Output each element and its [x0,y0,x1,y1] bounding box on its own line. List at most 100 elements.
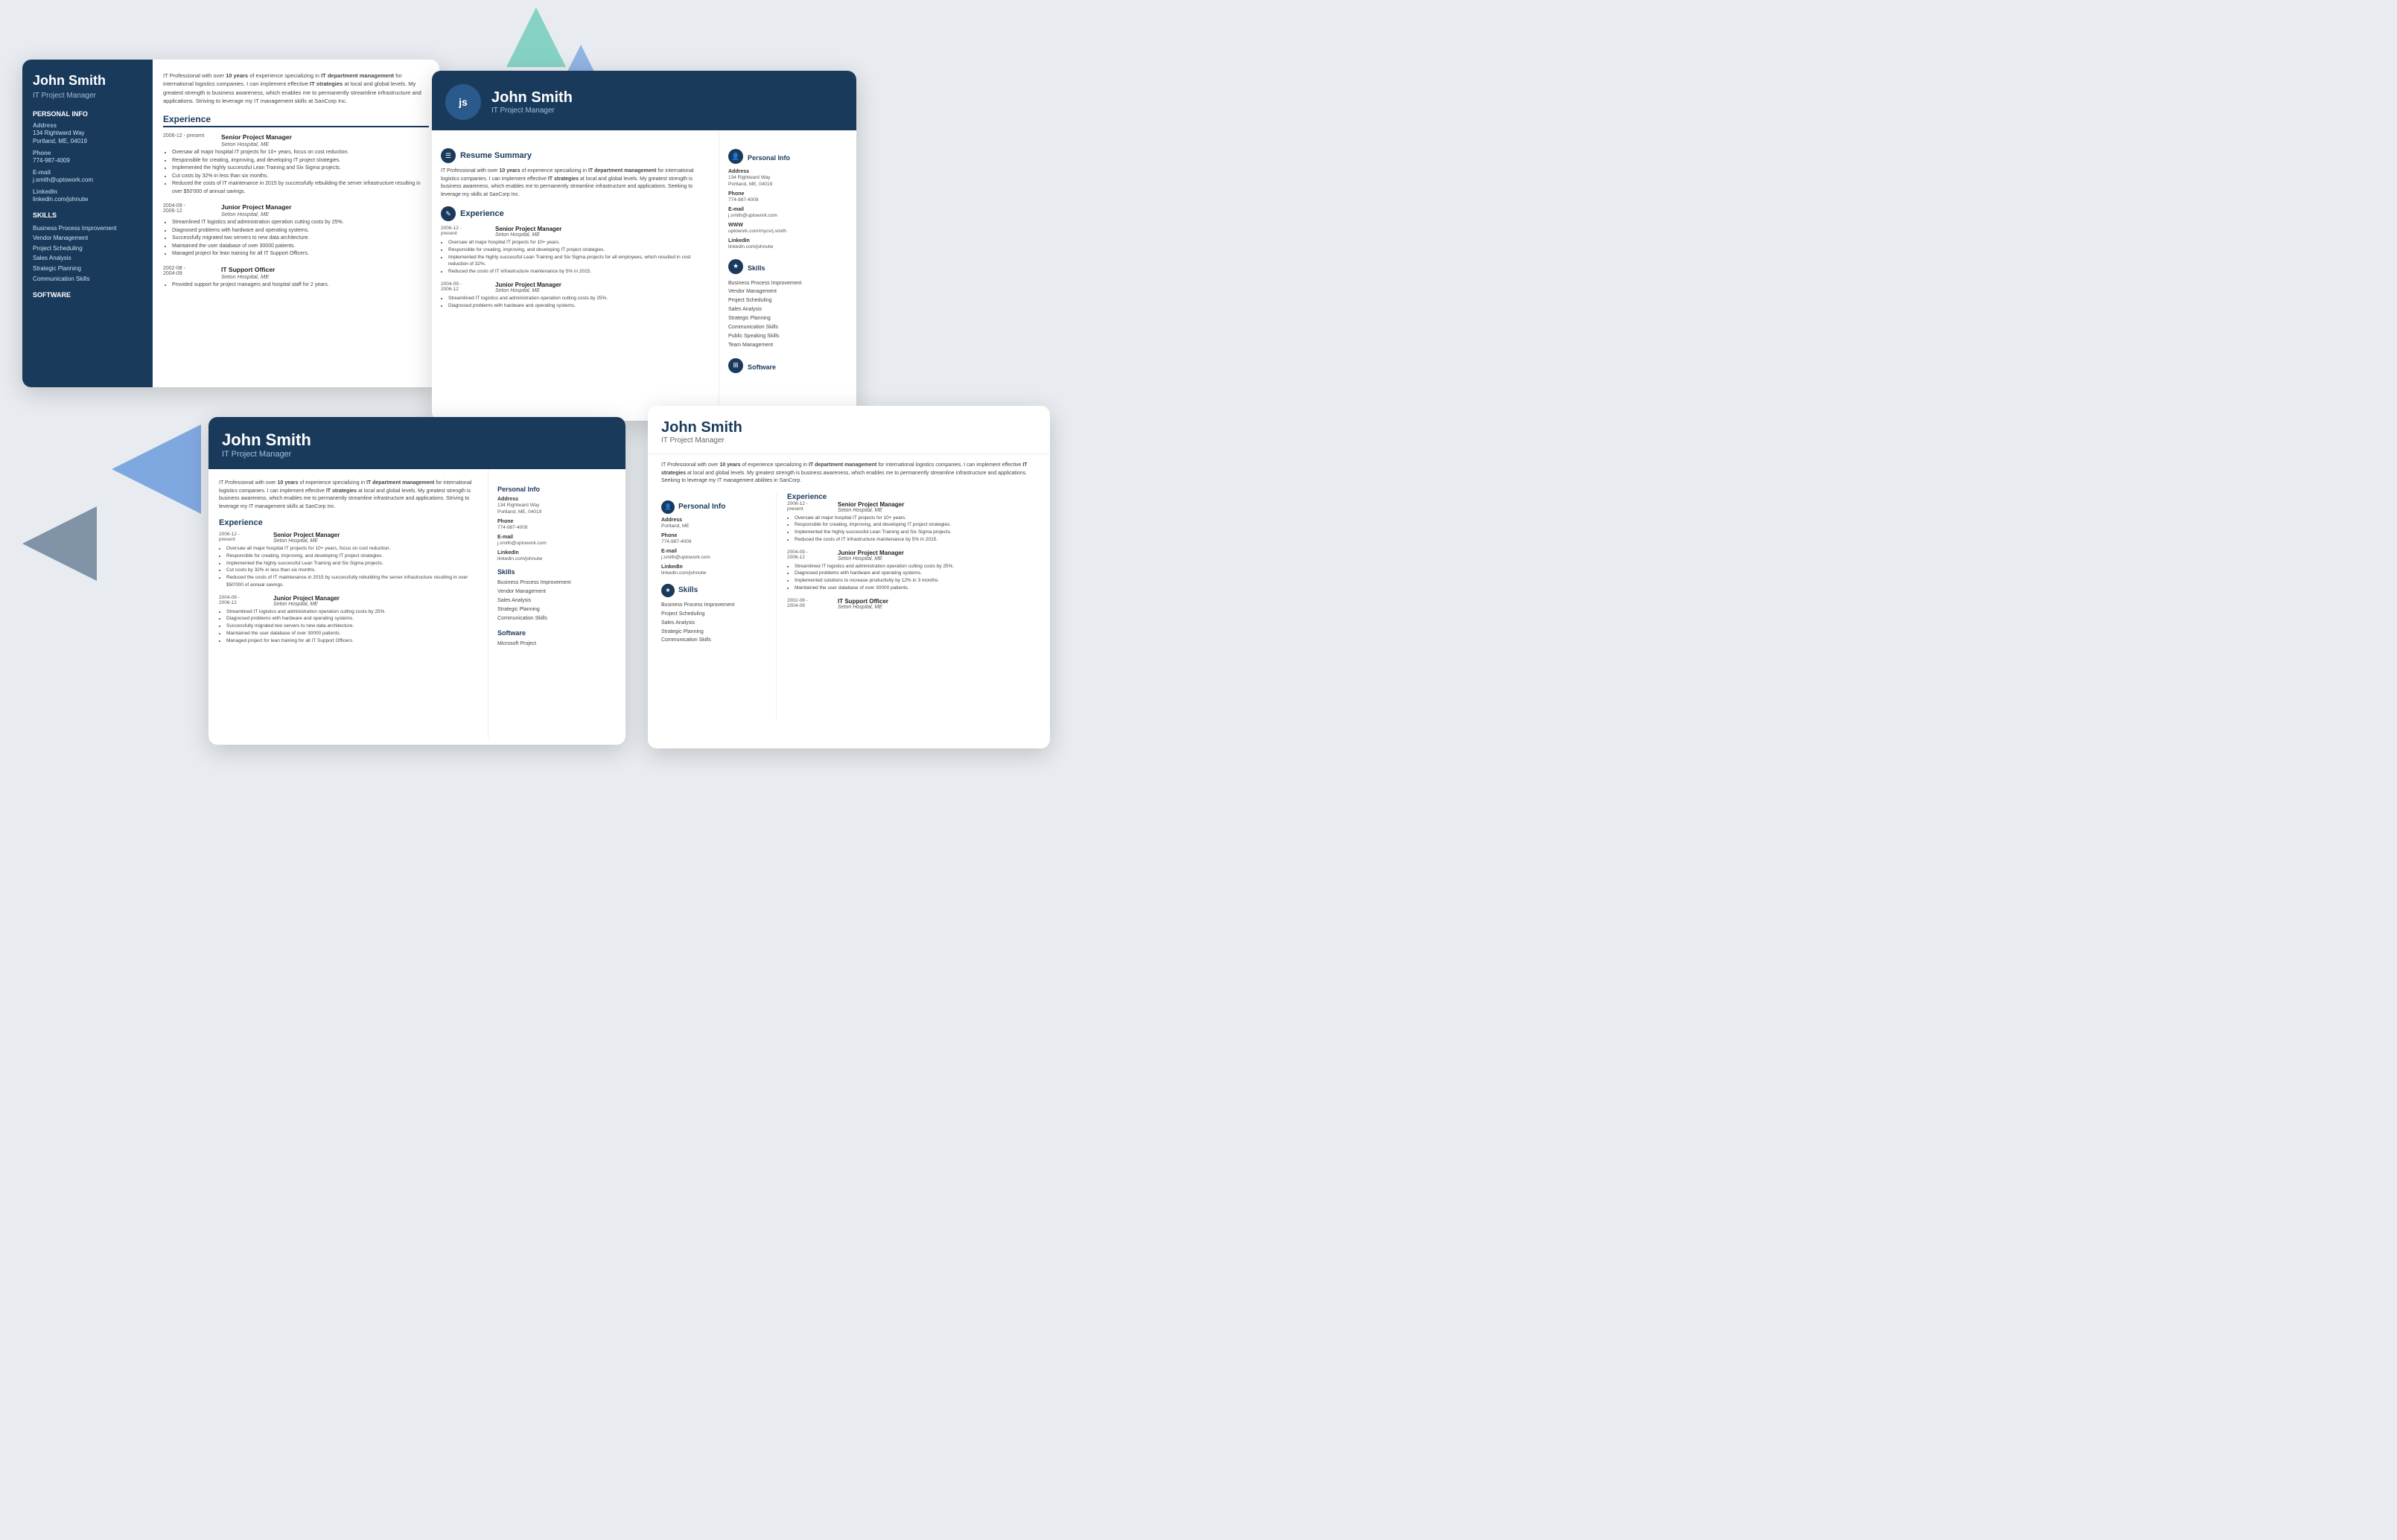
bullet: Provided support for project managers an… [172,281,429,290]
address-label: Address [661,518,765,523]
bullet: Diagnosed problems with hardware and ope… [226,615,477,623]
address-value: 134 Rightward WayPortland, ME, 04019 [33,129,142,145]
job-1-company: Seton Hospital, ME [221,141,292,147]
linkedin-value: linkedin.com/johnutw [497,556,617,562]
job-2-company: Seton Hospital, ME [838,556,904,561]
skill-3: Project Scheduling [661,610,765,619]
decoration-blue-arrow-left [112,424,201,514]
skill-4: Sales Analysis [661,619,765,628]
experience-heading: Experience [460,209,504,218]
software-heading: Software [497,629,617,637]
summary-text: IT Professional with over 10 years of ex… [219,480,477,511]
name: John Smith [491,89,573,106]
skill-3: Project Scheduling [728,296,847,305]
job-2: 2004-09 -2006-12 Junior Project Manager … [787,550,1037,592]
bullet: Maintained the user database of over 300… [172,243,429,251]
avatar: js [445,84,481,120]
job-2: 2004-09 -2006-12 Junior Project Manager … [219,595,477,645]
personal-info-section: 👤 Personal Info [661,500,765,514]
job-2: 2004-09 -2006-12 Junior Project Manager … [441,281,710,310]
skills-icon: ★ [728,259,743,274]
address-value: 134 Rightward WayPortland, ME, 04019 [728,174,847,188]
address-value: 134 Rightward WayPortland, ME, 04019 [497,502,617,515]
bullet: Responsible for creating, improving, and… [795,521,1037,529]
bullet: Streamlined IT logistics and administrat… [226,608,477,616]
phone-label: Phone [33,150,142,156]
summary: IT Professional with over 10 years of ex… [163,71,429,105]
job-2-company: Seton Hospital, ME [221,211,291,217]
linkedin-value: linkedin.com/johnutw [33,195,142,203]
skill-4: Sales Analysis [497,596,617,605]
software-icon: ⊞ [728,358,743,373]
job-title: IT Project Manager [33,92,142,100]
www-label: WWW [728,223,847,228]
right-col: 👤 Personal Info Address 134 Rightward Wa… [719,130,856,421]
job-3-dates: 2002-08 -2004-09 [787,598,832,610]
skill-1: Business Process Improvement [661,601,765,610]
linkedin-label: LinkedIn [661,564,765,570]
bullet: Diagnosed problems with hardware and ope… [172,227,429,235]
personal-info-heading: Personal Info [748,154,790,162]
sidebar: John Smith IT Project Manager Personal I… [22,60,153,387]
job-2-bullets: Streamlined IT logistics and administrat… [219,608,477,645]
job-2-company: Seton Hospital, ME [273,602,340,607]
skills-heading: Skills [748,264,765,272]
name: John Smith [661,419,1037,436]
job-1: 2006-12 -present Senior Project Manager … [441,226,710,276]
job-1-company: Seton Hospital, ME [273,538,340,544]
skill-6: Communication Skills [33,274,142,284]
skill-2: Vendor Management [497,588,617,596]
summary-text: IT Professional with over 10 years of ex… [648,454,1050,493]
personal-info-section: 👤 Personal Info [728,148,847,165]
job-2-title: Junior Project Manager [838,550,904,556]
personal-info-heading: Personal Info [678,503,725,511]
job-2-bullets: Streamlined IT logistics and administrat… [441,295,710,310]
bullet: Maintained the user database of over 300… [226,630,477,637]
name: John Smith [33,73,142,89]
bullet: Implemented solutions to increase produc… [795,577,1037,585]
job-title: IT Project Manager [491,106,573,115]
bullet: Responsible for creating, improving, and… [226,553,477,560]
right-col: Personal Info Address 134 Rightward WayP… [488,469,625,739]
experience-heading: Experience [787,493,1037,501]
linkedin-label: LinkedIn [728,238,847,244]
name: John Smith [222,430,612,450]
job-2-dates: 2004-09 -2006-12 [163,203,215,214]
skill-5: Strategic Planning [33,264,142,274]
skill-5: Strategic Planning [497,605,617,614]
resume-card-1: John Smith IT Project Manager Personal I… [22,60,439,387]
email-value: j.smith@uptowork.com [497,540,617,547]
skill-1: Business Process Improvement [728,279,847,288]
www-value: uptowork.com/mycv/j.smith [728,228,847,235]
bullet: Oversaw all major hospital IT projects f… [448,239,710,246]
card2-header: js John Smith IT Project Manager [432,71,856,130]
bullet: Managed project for lean training for al… [226,637,477,645]
job-1-bullets: Oversaw all major hospital IT projects f… [163,149,429,196]
linkedin-value: linkedin.com/johnutw [728,244,847,250]
job-3-company: Seton Hospital, ME [221,273,275,280]
phone-value: 774-987-4009 [728,197,847,203]
software-section: ⊞ Software [728,357,847,374]
bullet: Successfully migrated two servers to new… [226,623,477,630]
bullet: Maintained the user database of over 300… [795,585,1037,592]
job-3: 2002-08 -2004-09 IT Support Officer Seto… [163,266,429,290]
phone-value: 774-987-4009 [497,524,617,531]
resume-summary-heading: Resume Summary [460,151,532,160]
skill-5: Strategic Planning [728,314,847,323]
linkedin-label: LinkedIn [33,188,142,195]
job-1-bullets: Oversaw all major hospital IT projects f… [441,239,710,276]
bullet: Reduced the costs of IT infrastructure m… [448,268,710,276]
decoration-dark-arrow-left [22,506,97,581]
job-2-company: Seton Hospital, ME [495,288,561,293]
job-2-title: Junior Project Manager [221,203,291,211]
skill-8: Team Management [728,341,847,350]
job-1-title: Senior Project Manager [221,133,292,141]
job-1-dates: 2006-12 -present [441,226,489,238]
bullet: Reduced the costs of IT infrastructure m… [795,536,1037,544]
bullet: Cut costs by 32% in less than six months… [226,567,477,574]
address-label: Address [497,497,617,502]
job-1-title: Senior Project Manager [495,226,561,232]
address-label: Address [33,122,142,129]
bullet: Diagnosed problems with hardware and ope… [795,570,1037,577]
address-label: Address [728,169,847,174]
